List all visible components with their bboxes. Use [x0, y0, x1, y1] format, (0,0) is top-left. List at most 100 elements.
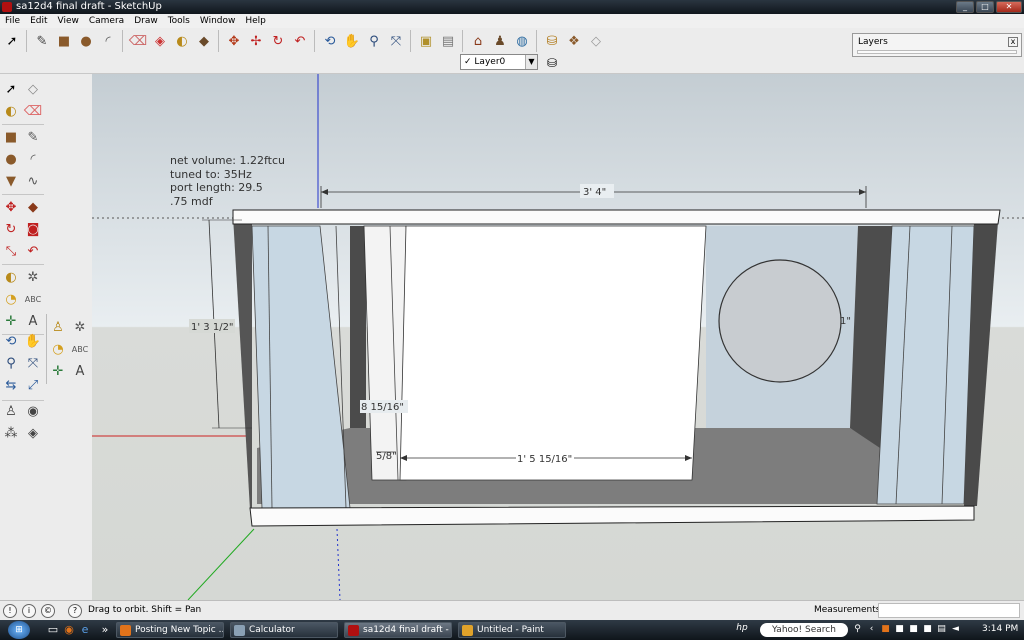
select-icon[interactable]: ➚	[2, 30, 22, 52]
section-plane-icon[interactable]: ◈	[23, 424, 43, 444]
look-around-icon[interactable]: ◉	[23, 402, 43, 422]
tape-measure-icon[interactable]: ♙	[48, 318, 68, 338]
dimension-icon[interactable]: ✲	[23, 268, 43, 288]
arc-icon[interactable]: ◜	[23, 150, 43, 170]
quicklaunch-more-icon[interactable]: »	[98, 623, 112, 637]
zoom-extents-icon[interactable]: ⤢	[23, 376, 43, 396]
geo-location-icon[interactable]: !	[3, 604, 17, 618]
follow-me-icon[interactable]: ↻	[268, 30, 288, 52]
menu-edit[interactable]: Edit	[25, 14, 52, 28]
menu-tools[interactable]: Tools	[163, 14, 195, 28]
zoom-window-icon[interactable]: ⤧	[23, 354, 43, 374]
zoom-icon[interactable]: ⚲	[364, 30, 384, 52]
measurements-input[interactable]	[878, 603, 1020, 618]
yahoo-search-input[interactable]: Yahoo! Search	[760, 623, 848, 637]
section-plane-icon[interactable]: ▣	[416, 30, 436, 52]
warehouse-icon[interactable]: ⛁	[542, 30, 562, 52]
protractor-icon[interactable]: ◔	[1, 290, 21, 310]
credits-icon[interactable]: i	[22, 604, 36, 618]
menu-view[interactable]: View	[53, 14, 84, 28]
layers-panel-close-button[interactable]: x	[1008, 37, 1018, 47]
zoom-extents-icon[interactable]: ⤧	[386, 30, 406, 52]
tray-app-icon[interactable]: ■	[922, 623, 933, 635]
text-icon[interactable]: ABC	[23, 290, 43, 310]
select-icon[interactable]: ➚	[1, 80, 21, 100]
axes-icon[interactable]: ✛	[1, 312, 21, 332]
axes-icon[interactable]: ✛	[48, 362, 68, 382]
walk-icon[interactable]: ⁂	[1, 424, 21, 444]
taskbar-item-paint[interactable]: Untitled - Paint	[458, 622, 566, 638]
pan-icon[interactable]: ✋	[342, 30, 362, 52]
internet-explorer-icon[interactable]: e	[78, 623, 92, 637]
text-icon[interactable]: ABC	[70, 340, 90, 360]
menu-window[interactable]: Window	[195, 14, 241, 28]
search-icon[interactable]: ⚲	[852, 623, 863, 635]
taskbar-item-calculator[interactable]: Calculator	[230, 622, 338, 638]
component-icon[interactable]: ◇	[23, 80, 43, 100]
previous-icon[interactable]: ⇆	[1, 376, 21, 396]
rotate-icon[interactable]: ↻	[1, 220, 21, 240]
move-icon[interactable]: ✥	[224, 30, 244, 52]
chevron-down-icon[interactable]: ▼	[525, 55, 537, 69]
menu-file[interactable]: File	[0, 14, 25, 28]
orbit-icon[interactable]: ⟲	[1, 332, 21, 352]
layer-select[interactable]: ✓ Layer0 ▼	[460, 54, 538, 70]
layers-panel-collapsed-body[interactable]	[857, 50, 1017, 54]
push-pull-icon[interactable]: ◆	[23, 198, 43, 218]
circle-icon[interactable]: ●	[76, 30, 96, 52]
instructor-help-icon[interactable]: ?	[68, 604, 82, 618]
eraser-icon[interactable]: ⌫	[23, 102, 43, 122]
scale-icon[interactable]: ⤡	[1, 242, 21, 262]
rotate-icon[interactable]: ✢	[246, 30, 266, 52]
rectangle-icon[interactable]: ■	[1, 128, 21, 148]
freehand-icon[interactable]: ∿	[23, 172, 43, 192]
3d-text-icon[interactable]: A	[23, 312, 43, 332]
maximize-button[interactable]: □	[976, 1, 994, 13]
chevron-left-icon[interactable]: ‹	[866, 623, 877, 635]
follow-me-icon[interactable]: ◙	[23, 220, 43, 240]
axes-icon[interactable]: ♟	[490, 30, 510, 52]
share-icon[interactable]: ◇	[586, 30, 606, 52]
show-desktop-icon[interactable]: ▭	[46, 623, 60, 637]
minimize-button[interactable]: _	[956, 1, 974, 13]
tape-measure-icon[interactable]: ◐	[172, 30, 192, 52]
offset-icon[interactable]: ↶	[23, 242, 43, 262]
3d-text-icon[interactable]: ◍	[512, 30, 532, 52]
menu-camera[interactable]: Camera	[84, 14, 129, 28]
paint-bucket-icon[interactable]: ◈	[150, 30, 170, 52]
arc-icon[interactable]: ◜	[98, 30, 118, 52]
taskbar-item-firefox[interactable]: Posting New Topic ...	[116, 622, 224, 638]
components-icon[interactable]: ❖	[564, 30, 584, 52]
eraser-icon[interactable]: ⌫	[128, 30, 148, 52]
move-icon[interactable]: ✥	[1, 198, 21, 218]
pan-icon[interactable]: ✋	[23, 332, 43, 352]
layer-manager-icon[interactable]: ⛁	[542, 53, 562, 73]
network-icon[interactable]: ▤	[936, 623, 947, 635]
volume-icon[interactable]: ◄	[950, 623, 961, 635]
menu-draw[interactable]: Draw	[129, 14, 163, 28]
tray-app-icon[interactable]: ■	[908, 623, 919, 635]
dimension-icon[interactable]: ▤	[438, 30, 458, 52]
close-button[interactable]: ✕	[996, 1, 1022, 13]
text-icon[interactable]: ⌂	[468, 30, 488, 52]
tape-measure-icon[interactable]: ◐	[1, 268, 21, 288]
zoom-icon[interactable]: ⚲	[1, 354, 21, 374]
protractor-icon[interactable]: ◔	[48, 340, 68, 360]
start-button[interactable]: ⊞	[8, 621, 30, 639]
clock[interactable]: 3:14 PM	[982, 624, 1018, 634]
drawing-viewport[interactable]: 3' 4" 1' 3 1/2" 8 15/16" 5/8" 1' 5 15/16…	[92, 74, 1024, 600]
line-icon[interactable]: ✎	[23, 128, 43, 148]
tray-app-icon[interactable]: ■	[880, 623, 891, 635]
pencil-icon[interactable]: ✎	[32, 30, 52, 52]
copyright-icon[interactable]: ©	[41, 604, 55, 618]
taskbar-item-sketchup[interactable]: sa12d4 final draft - S...	[344, 622, 452, 638]
menu-help[interactable]: Help	[240, 14, 271, 28]
rectangle-icon[interactable]: ■	[54, 30, 74, 52]
paint-bucket-icon[interactable]: ◐	[1, 102, 21, 122]
position-camera-icon[interactable]: ♙	[1, 402, 21, 422]
3d-text-icon[interactable]: A	[70, 362, 90, 382]
polygon-icon[interactable]: ▼	[1, 172, 21, 192]
firefox-icon[interactable]: ◉	[62, 623, 76, 637]
dimension-icon[interactable]: ✲	[70, 318, 90, 338]
orbit-icon[interactable]: ⟲	[320, 30, 340, 52]
